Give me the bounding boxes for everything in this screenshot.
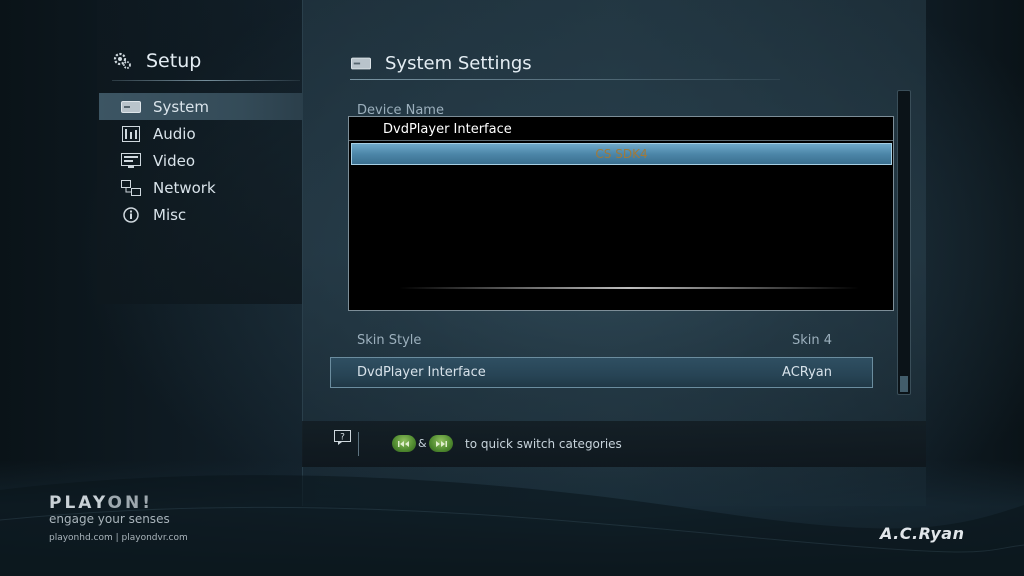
skin-option-row[interactable]: DvdPlayer Interface ACRyan bbox=[330, 357, 873, 388]
page-title-divider bbox=[350, 79, 780, 80]
page-title: System Settings bbox=[385, 53, 532, 74]
skip-forward-icon bbox=[429, 435, 453, 452]
list-divider bbox=[349, 140, 893, 141]
sidebar-item-label: Misc bbox=[153, 205, 187, 224]
list-item-label: CS SDK4 bbox=[595, 147, 648, 161]
option-name: DvdPlayer Interface bbox=[357, 365, 486, 380]
list-item-selected[interactable]: CS SDK4 bbox=[351, 143, 892, 165]
playon-logo: PLAYON! engage your senses bbox=[49, 493, 170, 526]
device-name-list[interactable]: DvdPlayer Interface CS SDK4 bbox=[348, 116, 894, 311]
sidebar-item-label: Video bbox=[153, 151, 196, 170]
sidebar-title: Setup bbox=[146, 50, 202, 72]
help-icon: ? bbox=[334, 430, 352, 450]
hint-text: to quick switch categories bbox=[465, 437, 622, 451]
brand-logo-part: ON! bbox=[107, 493, 153, 513]
skin-style-value: Skin 4 bbox=[791, 333, 832, 348]
gear-icon bbox=[112, 52, 132, 69]
scrollbar-thumb[interactable] bbox=[900, 376, 908, 392]
option-value: ACRyan bbox=[782, 365, 832, 380]
brand-urls: playonhd.com | playondvr.com bbox=[49, 533, 188, 543]
list-glow-decoration bbox=[399, 287, 859, 289]
sidebar-item-misc[interactable]: Misc bbox=[99, 201, 302, 228]
brand-logo: PLAYON! bbox=[49, 493, 170, 513]
info-icon bbox=[121, 206, 141, 223]
skip-back-icon bbox=[392, 435, 416, 452]
sidebar-item-audio[interactable]: Audio bbox=[99, 120, 302, 147]
hint-ampersand: & bbox=[418, 437, 427, 450]
video-icon bbox=[121, 152, 141, 169]
svg-text:?: ? bbox=[340, 433, 345, 443]
maker-logo: A.C.Ryan bbox=[880, 524, 965, 543]
brand-tagline: engage your senses bbox=[49, 512, 170, 526]
sidebar-item-label: Network bbox=[153, 178, 216, 197]
sidebar-menu: System Audio Video Network Misc bbox=[99, 93, 302, 228]
network-icon bbox=[121, 179, 141, 196]
system-icon bbox=[351, 56, 371, 72]
sidebar-title-divider bbox=[112, 80, 300, 81]
sidebar-item-label: System bbox=[153, 97, 209, 116]
sidebar-item-label: Audio bbox=[153, 124, 196, 143]
list-item[interactable]: DvdPlayer Interface bbox=[383, 122, 512, 137]
setup-header: Setup bbox=[112, 50, 201, 72]
page-header: System Settings bbox=[351, 53, 532, 74]
brand-logo-part: PLAY bbox=[49, 493, 108, 513]
scrollbar[interactable] bbox=[897, 90, 911, 395]
sidebar-item-network[interactable]: Network bbox=[99, 174, 302, 201]
skin-style-label: Skin Style bbox=[357, 333, 422, 348]
sidebar-item-system[interactable]: System bbox=[99, 93, 302, 120]
hint-divider bbox=[358, 432, 359, 456]
audio-icon bbox=[121, 125, 141, 142]
sidebar-item-video[interactable]: Video bbox=[99, 147, 302, 174]
system-icon bbox=[121, 99, 141, 115]
